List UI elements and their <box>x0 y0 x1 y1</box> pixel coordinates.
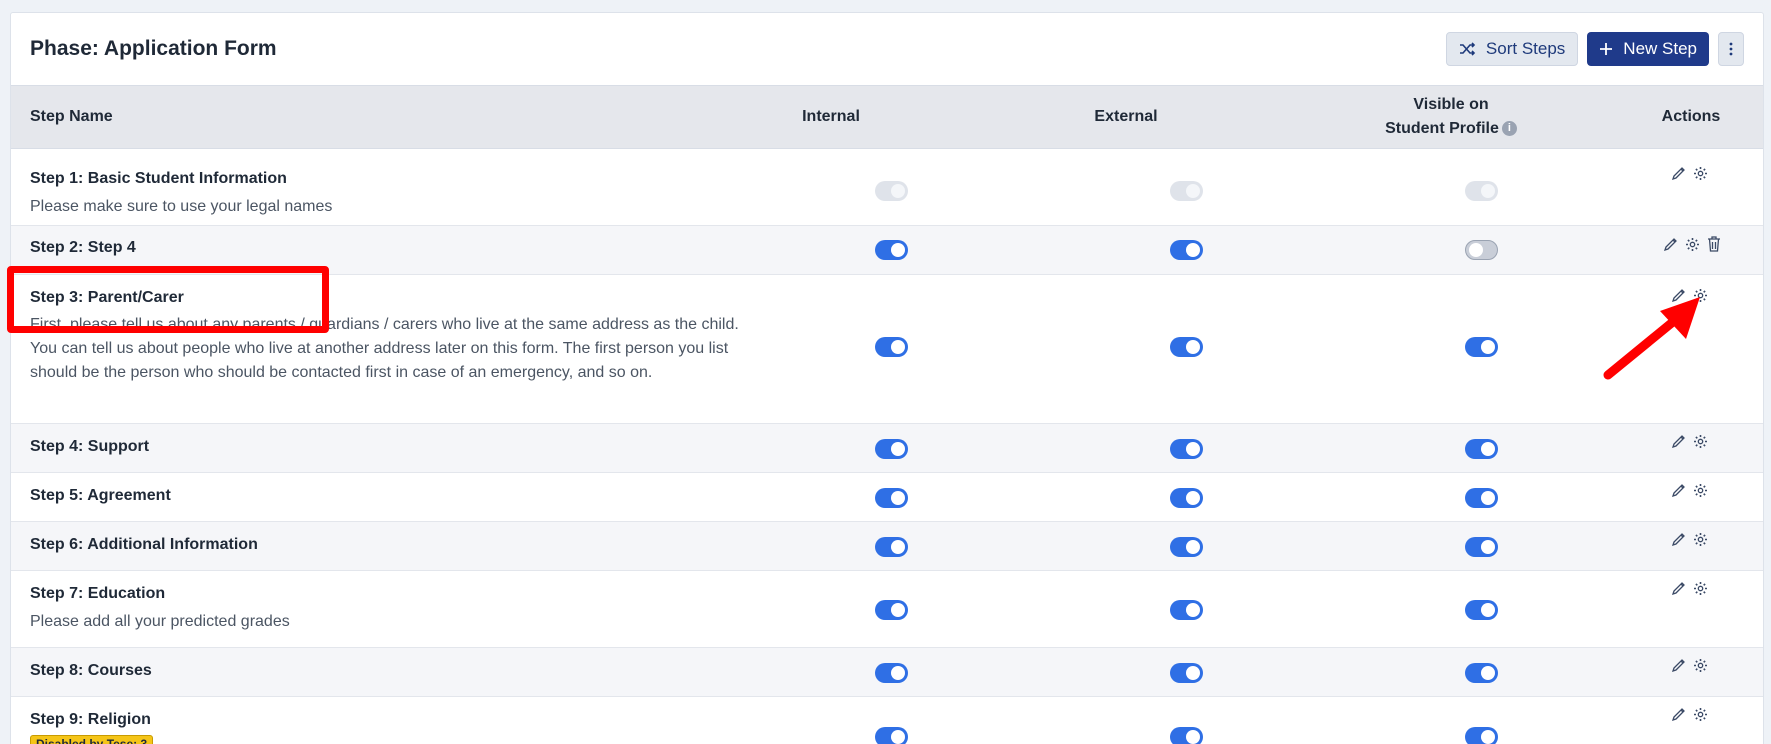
column-external: External <box>1094 108 1158 125</box>
pencil-icon[interactable] <box>1671 707 1686 722</box>
step-name: Step 2: Step 4 <box>30 239 136 256</box>
gear-icon[interactable] <box>1693 483 1708 498</box>
row-actions <box>1671 707 1708 722</box>
column-step-name: Step Name <box>30 108 113 125</box>
gear-icon[interactable] <box>1693 434 1708 449</box>
step-description: Please add all your predicted grades <box>30 613 290 630</box>
more-options-button[interactable] <box>1718 32 1744 66</box>
status-badge: Disabled by Tese: 3 <box>30 735 154 744</box>
pencil-icon[interactable] <box>1671 434 1686 449</box>
row-actions <box>1671 658 1708 673</box>
column-visible: Visible on Student Profile i <box>1361 93 1541 141</box>
step-name: Step 4: Support <box>30 438 150 455</box>
step-name: Step 1: Basic Student Information <box>30 170 287 187</box>
gear-icon[interactable] <box>1685 237 1700 252</box>
external-toggle <box>1170 181 1203 201</box>
column-actions: Actions <box>1661 108 1721 125</box>
steps-table-body: Step 1: Basic Student Information Please … <box>11 149 1763 744</box>
new-step-label: New Step <box>1623 39 1697 58</box>
card-header: Phase: Application Form Sort Steps New S… <box>11 13 1763 86</box>
visible-toggle[interactable] <box>1465 727 1498 744</box>
external-toggle[interactable] <box>1170 439 1203 459</box>
table-header: Step Name Internal External Visible on S… <box>11 86 1763 149</box>
new-step-button[interactable]: New Step <box>1587 32 1709 66</box>
row-actions <box>1663 236 1721 252</box>
step-name: Step 7: Education <box>30 585 166 602</box>
step-description: Please make sure to use your legal names <box>30 198 333 215</box>
gear-icon[interactable] <box>1693 707 1708 722</box>
column-visible-line2: Student Profile i <box>1361 117 1541 141</box>
sort-steps-label: Sort Steps <box>1485 39 1566 58</box>
column-visible-label: Student Profile <box>1385 120 1499 137</box>
row-actions <box>1671 434 1708 449</box>
external-toggle[interactable] <box>1170 663 1203 683</box>
trash-icon[interactable] <box>1707 236 1721 252</box>
table-row: Step 9: Religion Disabled by Tese: 3 <box>11 697 1763 744</box>
gear-icon[interactable] <box>1693 532 1708 547</box>
external-toggle[interactable] <box>1170 727 1203 744</box>
pencil-icon[interactable] <box>1671 658 1686 673</box>
step-name: Step 5: Agreement <box>30 487 171 504</box>
external-toggle[interactable] <box>1170 600 1203 620</box>
column-visible-line1: Visible on <box>1413 96 1489 113</box>
table-row: Step 1: Basic Student Information Please … <box>11 149 1763 226</box>
pencil-icon[interactable] <box>1663 237 1678 252</box>
column-internal: Internal <box>802 108 860 125</box>
step-name: Step 9: Religion <box>30 711 151 728</box>
gear-icon[interactable] <box>1693 581 1708 596</box>
internal-toggle[interactable] <box>875 600 908 620</box>
internal-toggle[interactable] <box>875 537 908 557</box>
page-title: Phase: Application Form <box>30 37 277 60</box>
plus-icon <box>1600 43 1613 55</box>
highlight-box <box>7 266 329 333</box>
visible-toggle[interactable] <box>1465 488 1498 508</box>
internal-toggle <box>875 181 908 201</box>
info-icon[interactable]: i <box>1501 121 1517 137</box>
internal-toggle[interactable] <box>875 240 908 260</box>
table-row: Step 8: Courses <box>11 648 1763 697</box>
table-row: Step 6: Additional Information <box>11 522 1763 571</box>
visible-toggle[interactable] <box>1465 439 1498 459</box>
external-toggle[interactable] <box>1170 240 1203 260</box>
external-toggle[interactable] <box>1170 488 1203 508</box>
internal-toggle[interactable] <box>875 488 908 508</box>
arrow-annotation <box>1603 297 1700 380</box>
row-actions <box>1671 166 1708 181</box>
external-toggle[interactable] <box>1170 337 1203 357</box>
row-actions <box>1671 581 1708 596</box>
visible-toggle[interactable] <box>1465 537 1498 557</box>
table-row: Step 7: Education Please add all your pre… <box>11 571 1763 648</box>
pencil-icon[interactable] <box>1671 581 1686 596</box>
external-toggle[interactable] <box>1170 537 1203 557</box>
table-row: Step 4: Support <box>11 424 1763 473</box>
visible-toggle[interactable] <box>1465 240 1498 260</box>
shuffle-icon <box>1459 42 1476 56</box>
phase-card: Phase: Application Form Sort Steps New S… <box>10 12 1764 744</box>
step-name: Step 6: Additional Information <box>30 536 258 553</box>
gear-icon[interactable] <box>1693 166 1708 181</box>
internal-toggle[interactable] <box>875 663 908 683</box>
visible-toggle[interactable] <box>1465 663 1498 683</box>
table-row: Step 5: Agreement <box>11 473 1763 522</box>
visible-toggle[interactable] <box>1465 337 1498 357</box>
pencil-icon[interactable] <box>1671 483 1686 498</box>
pencil-icon[interactable] <box>1671 532 1686 547</box>
step-name: Step 8: Courses <box>30 662 152 679</box>
internal-toggle[interactable] <box>875 727 908 744</box>
sort-steps-button[interactable]: Sort Steps <box>1445 32 1579 66</box>
vertical-dots-icon <box>1729 42 1733 56</box>
row-actions <box>1671 532 1708 547</box>
visible-toggle <box>1465 181 1498 201</box>
pencil-icon[interactable] <box>1671 166 1686 181</box>
visible-toggle[interactable] <box>1465 600 1498 620</box>
internal-toggle[interactable] <box>875 337 908 357</box>
row-actions <box>1671 483 1708 498</box>
gear-icon[interactable] <box>1693 658 1708 673</box>
internal-toggle[interactable] <box>875 439 908 459</box>
